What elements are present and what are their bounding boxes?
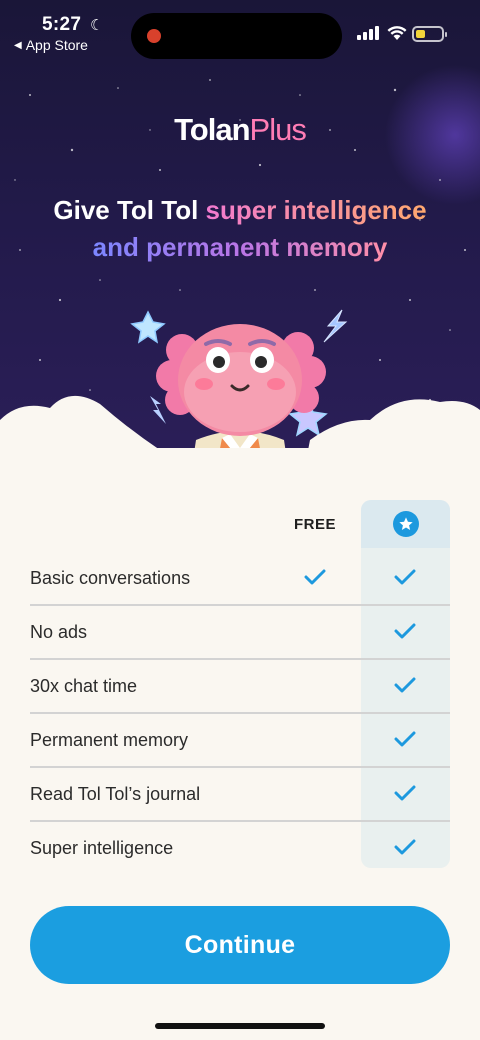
brand-name: Tolan [174,112,250,147]
checkmark-icon [304,568,326,591]
sparkle-star-icon [130,310,166,344]
checkmark-icon [394,784,416,807]
headline-highlight-2: and permanent memory [92,232,388,262]
status-bar: 5:27 ☾ ◀ App Store [0,0,480,62]
feature-row: Super intelligence [30,822,450,876]
headline-highlight-1: super intelligence [205,195,427,225]
headline-plain: Give Tol Tol [53,195,206,225]
checkmark-icon [394,838,416,861]
battery-level-fill [416,30,425,38]
brand-logo: TolanPlus [0,112,480,148]
headline: Give Tol Tol super intelligence and perm… [0,192,480,266]
feature-row: Basic conversations [30,552,450,606]
feature-label: Read Tol Tol’s journal [30,784,201,804]
feature-row: Read Tol Tol’s journal [30,768,450,822]
battery-icon [412,26,447,42]
checkmark-icon [394,622,416,645]
checkmark-icon [394,676,416,699]
feature-label: No ads [30,622,88,642]
lightning-icon [323,309,348,343]
back-triangle-icon: ◀ [14,39,22,51]
dynamic-island [131,13,342,59]
checkmark-icon [394,568,416,591]
back-to-app-store[interactable]: ◀ App Store [14,37,88,53]
continue-button[interactable]: Continue [30,906,450,984]
recording-indicator-icon [147,29,161,43]
brand-plus: Plus [249,112,307,147]
feature-label: Permanent memory [30,730,189,750]
free-column-header: FREE [293,516,336,533]
hero-banner: 5:27 ☾ ◀ App Store TolanPlus Give Tol To… [0,0,480,490]
feature-row: Permanent memory [30,714,450,768]
status-time: 5:27 [42,14,82,35]
back-label: App Store [25,37,88,53]
feature-row: 30x chat time [30,660,450,714]
cloud-divider [0,396,480,490]
wifi-icon [387,26,407,40]
cellular-signal-icon [357,26,379,40]
feature-label: Super intelligence [30,838,174,858]
home-indicator[interactable] [155,1023,325,1029]
checkmark-icon [394,730,416,753]
moon-icon: ☾ [90,17,104,34]
feature-label: 30x chat time [30,676,138,696]
feature-row: No ads [30,606,450,660]
feature-label: Basic conversations [30,568,191,588]
star-icon [392,511,419,537]
plus-column-header [361,500,450,548]
